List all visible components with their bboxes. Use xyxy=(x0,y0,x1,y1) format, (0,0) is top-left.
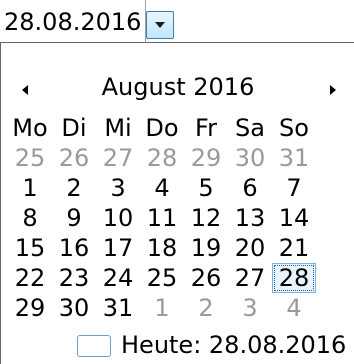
day-cell[interactable]: 26 xyxy=(52,143,96,173)
triangle-right-icon xyxy=(329,80,337,99)
month-title[interactable]: August 2016 xyxy=(1,73,354,101)
day-cell[interactable]: 9 xyxy=(52,203,96,233)
weekday-label: So xyxy=(279,114,309,142)
day-cell[interactable]: 17 xyxy=(96,233,140,263)
day-cell[interactable]: 8 xyxy=(8,203,52,233)
day-cell[interactable]: 28 xyxy=(140,143,184,173)
day-cell[interactable]: 7 xyxy=(272,173,316,203)
day-cell[interactable]: 21 xyxy=(272,233,316,263)
day-cell[interactable]: 5 xyxy=(184,173,228,203)
weekday-label: Do xyxy=(145,114,179,142)
week-row: 22 23 24 25 26 27 28 xyxy=(1,263,354,293)
day-cell[interactable]: 1 xyxy=(8,173,52,203)
week-row: 15 16 17 18 19 20 21 xyxy=(1,233,354,263)
day-cell[interactable]: 13 xyxy=(228,203,272,233)
weekday-label: Mi xyxy=(104,114,132,142)
day-cell[interactable]: 10 xyxy=(96,203,140,233)
day-cell[interactable]: 19 xyxy=(184,233,228,263)
dropdown-button[interactable] xyxy=(146,11,174,39)
calendar-header: August 2016 xyxy=(1,43,354,123)
week-row: 8 9 10 11 12 13 14 xyxy=(1,203,354,233)
day-cell[interactable]: 20 xyxy=(228,233,272,263)
day-cell[interactable]: 26 xyxy=(184,263,228,293)
week-row: 29 30 31 1 2 3 4 xyxy=(1,293,354,323)
day-cell[interactable]: 29 xyxy=(8,293,52,323)
day-cell[interactable]: 4 xyxy=(140,173,184,203)
day-cell[interactable]: 15 xyxy=(8,233,52,263)
day-cell[interactable]: 23 xyxy=(52,263,96,293)
today-link[interactable]: Heute: 28.08.2016 xyxy=(1,329,354,361)
day-cell[interactable]: 25 xyxy=(140,263,184,293)
calendar-popup: August 2016 Mo Di Mi Do Fr Sa So 25 26 27 2… xyxy=(0,42,354,364)
date-input-value: 28.08.2016 xyxy=(4,8,142,36)
day-cell[interactable]: 18 xyxy=(140,233,184,263)
today-label: Heute: 28.08.2016 xyxy=(121,331,347,359)
day-cell[interactable]: 3 xyxy=(228,293,272,323)
today-marker-icon xyxy=(77,335,111,357)
day-cell[interactable]: 30 xyxy=(52,293,96,323)
day-cell[interactable]: 4 xyxy=(272,293,316,323)
day-cell[interactable]: 27 xyxy=(96,143,140,173)
day-cell[interactable]: 6 xyxy=(228,173,272,203)
day-cell[interactable]: 24 xyxy=(96,263,140,293)
day-cell[interactable]: 16 xyxy=(52,233,96,263)
weekday-label: Mo xyxy=(12,114,48,142)
day-cell[interactable]: 31 xyxy=(272,143,316,173)
chevron-down-icon xyxy=(154,21,166,29)
weekday-label: Sa xyxy=(235,114,265,142)
day-cell[interactable]: 22 xyxy=(8,263,52,293)
day-cell[interactable]: 27 xyxy=(228,263,272,293)
day-cell[interactable]: 1 xyxy=(140,293,184,323)
date-input[interactable]: 28.08.2016 xyxy=(0,0,146,42)
day-cell[interactable]: 12 xyxy=(184,203,228,233)
day-cell[interactable]: 25 xyxy=(8,143,52,173)
day-cell-selected[interactable]: 28 xyxy=(272,263,316,293)
day-cell[interactable]: 31 xyxy=(96,293,140,323)
weekday-header-row: Mo Di Mi Do Fr Sa So xyxy=(1,113,354,143)
date-picker: 28.08.2016 August 2016 Mo Di Mi Do Fr Sa… xyxy=(0,0,354,364)
day-cell[interactable]: 11 xyxy=(140,203,184,233)
day-cell[interactable]: 29 xyxy=(184,143,228,173)
day-cell[interactable]: 2 xyxy=(52,173,96,203)
day-cell[interactable]: 3 xyxy=(96,173,140,203)
week-row: 25 26 27 28 29 30 31 xyxy=(1,143,354,173)
week-row: 1234567 xyxy=(1,173,354,203)
day-cell[interactable]: 14 xyxy=(272,203,316,233)
weekday-label: Di xyxy=(61,114,87,142)
next-month-button[interactable] xyxy=(323,79,343,99)
weekday-label: Fr xyxy=(195,114,217,142)
day-cell[interactable]: 30 xyxy=(228,143,272,173)
day-cell[interactable]: 2 xyxy=(184,293,228,323)
